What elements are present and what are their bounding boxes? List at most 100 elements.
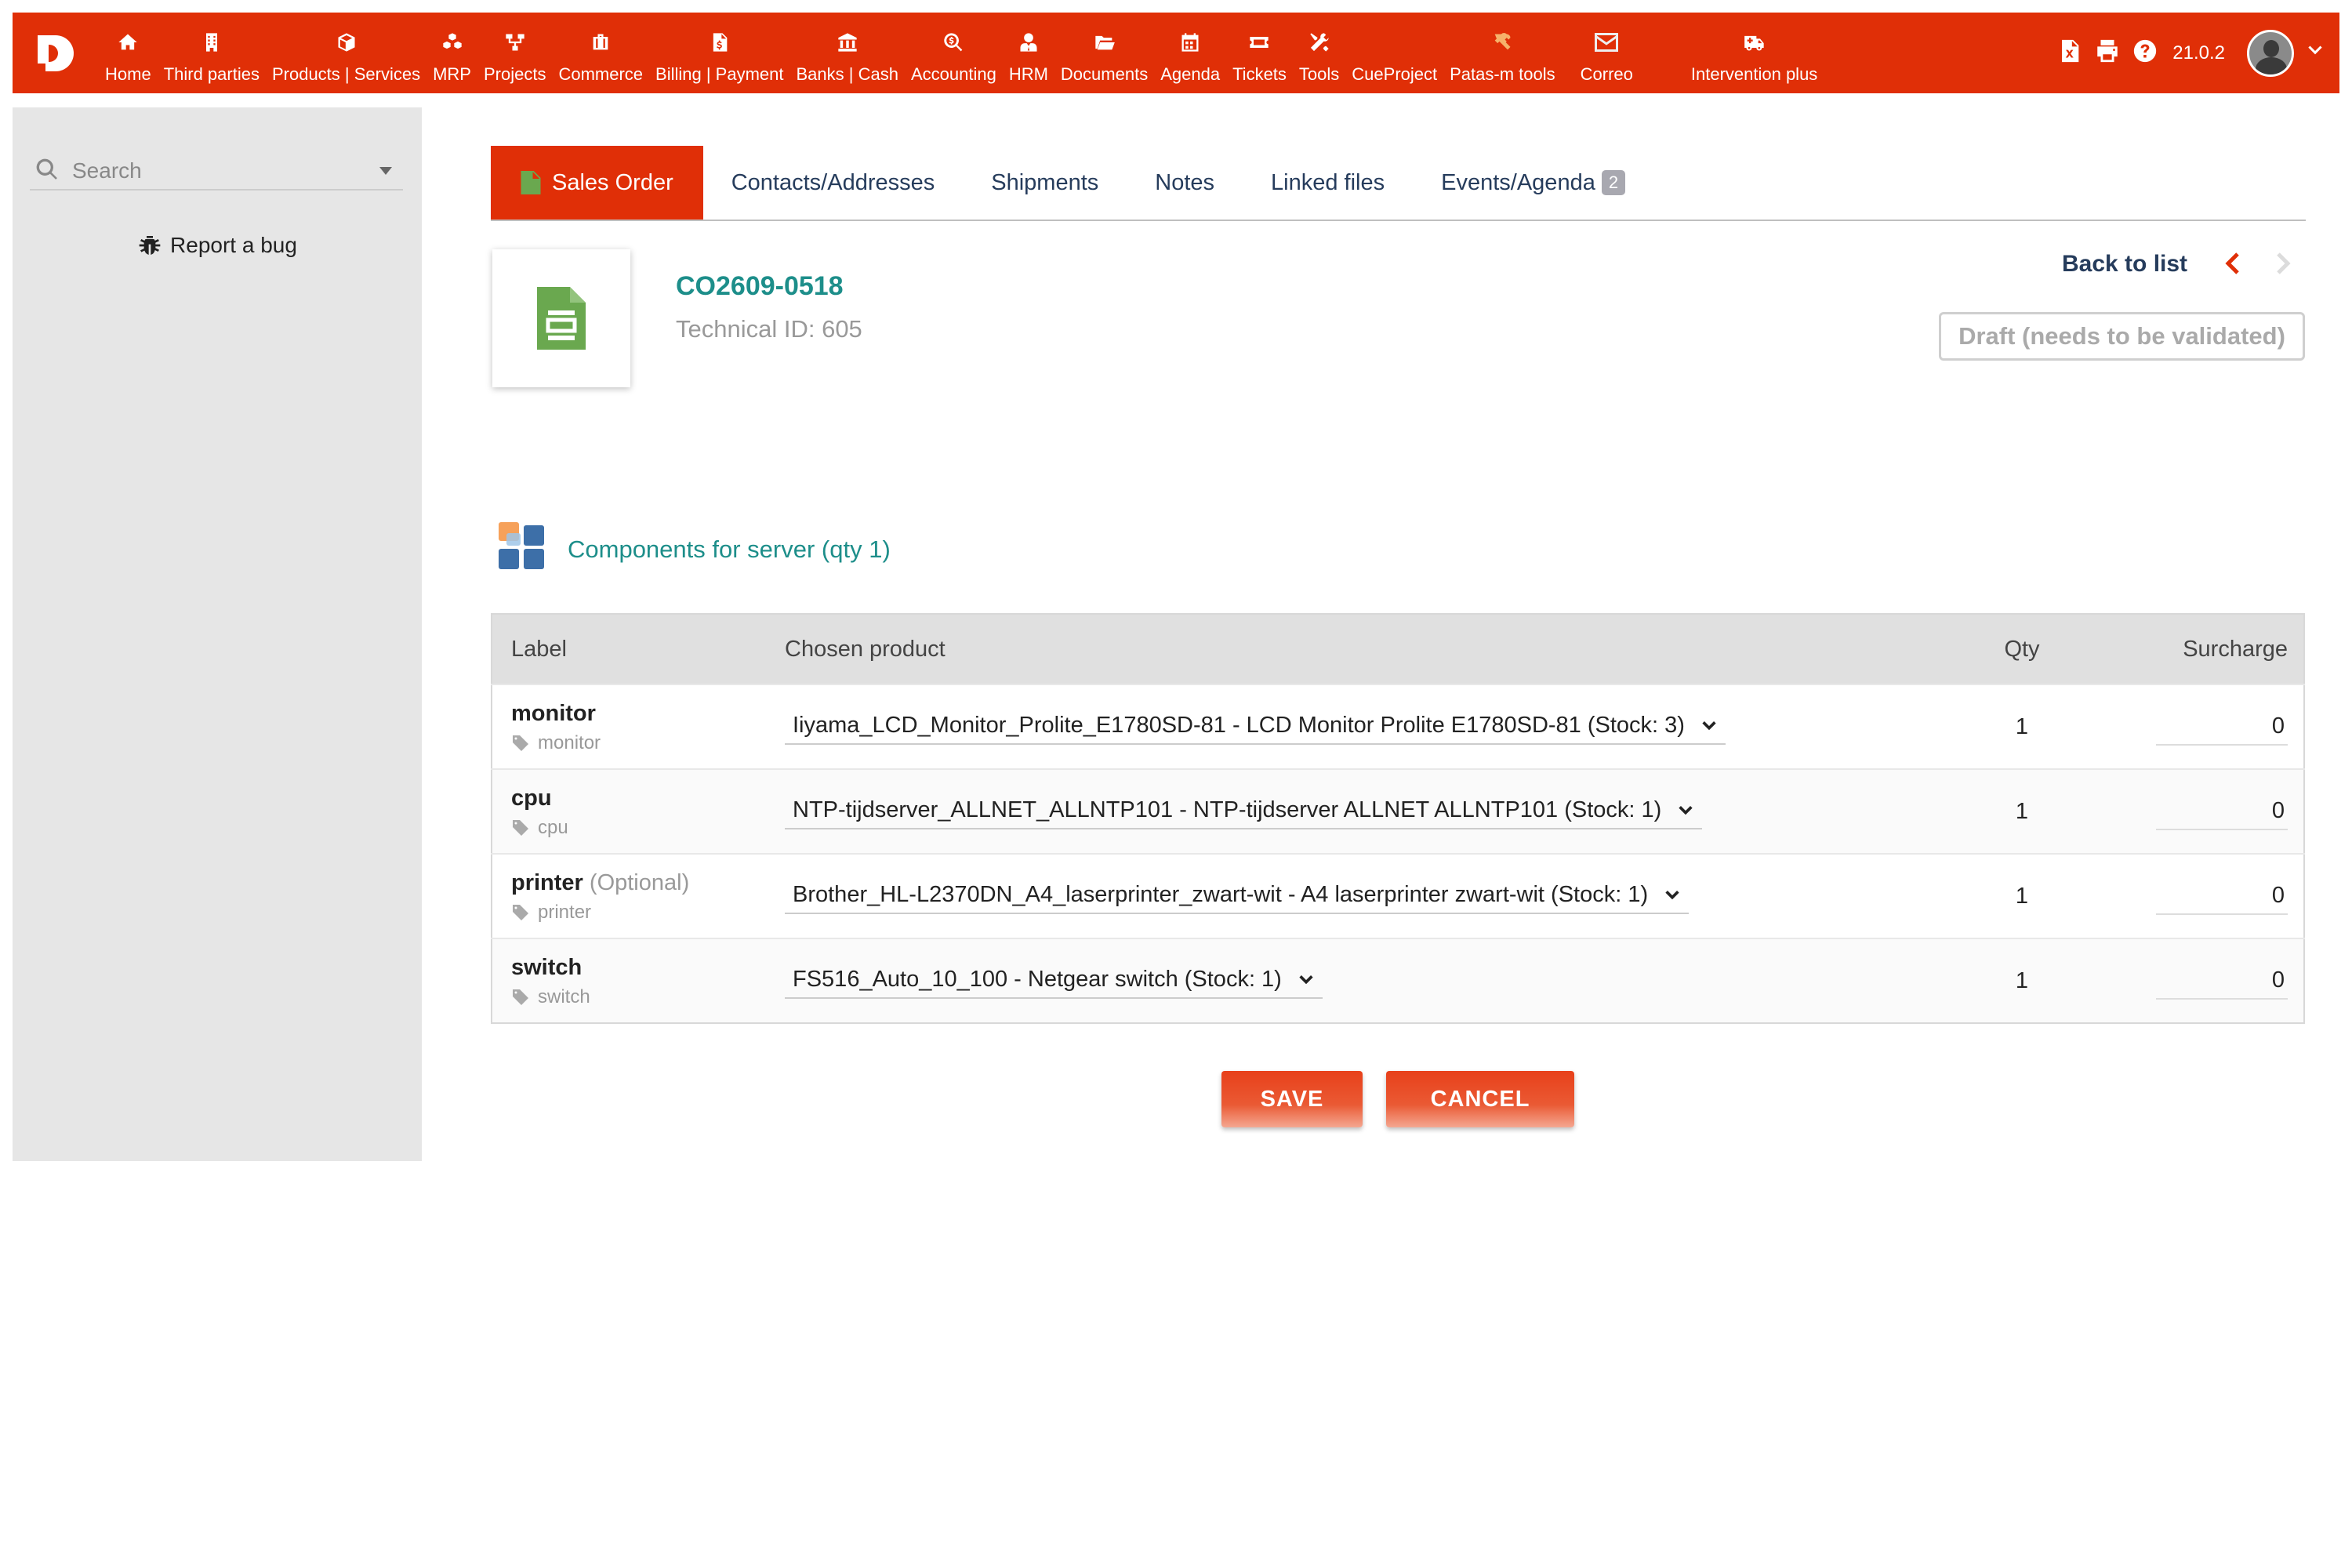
menu-item-hrm[interactable]: HRM xyxy=(1003,13,1054,93)
table-row: cpu cpu NTP-tijdserver_ALLNET_ALLNTP101 … xyxy=(492,768,2304,854)
sales-order-document-icon xyxy=(537,287,586,350)
menu-item-patas-m-tools[interactable]: Patas-m tools xyxy=(1443,13,1562,93)
tab-label: Contacts/Addresses xyxy=(731,169,935,195)
tab-contacts-addresses[interactable]: Contacts/Addresses xyxy=(703,146,964,220)
table-row: monitor monitor Iiyama_LCD_Monitor_Proli… xyxy=(492,684,2304,769)
chevron-down-icon xyxy=(1665,891,1679,900)
menu-item-home[interactable]: Home xyxy=(99,13,158,93)
component-label: switch xyxy=(511,953,747,982)
component-name: switch xyxy=(511,955,583,980)
tab-shipments[interactable]: Shipments xyxy=(963,146,1127,220)
component-tag: printer xyxy=(511,902,747,924)
order-document-thumbnail xyxy=(492,249,630,387)
menu-item-mrp[interactable]: MRP xyxy=(426,13,477,93)
save-button[interactable]: SAVE xyxy=(1221,1071,1363,1127)
next-record-chevron-right-icon xyxy=(2270,249,2296,281)
product-select[interactable]: Brother_HL-L2370DN_A4_laserprinter_zwart… xyxy=(785,879,1690,914)
product-cell: Iiyama_LCD_Monitor_Prolite_E1780SD-81 - … xyxy=(766,684,1944,769)
product-select[interactable]: FS516_Auto_10_100 - Netgear switch (Stoc… xyxy=(785,964,1323,999)
cubes-icon xyxy=(441,24,463,61)
menu-item-cueproject[interactable]: CueProject xyxy=(1345,13,1443,93)
menu-label: CueProject xyxy=(1352,64,1438,84)
technical-id: Technical ID: 605 xyxy=(676,315,862,343)
user-avatar[interactable] xyxy=(2247,29,2294,77)
menu-item-billing-payment[interactable]: Billing | Payment xyxy=(649,13,789,93)
record-tabs: Sales Order Contacts/Addresses Shipments… xyxy=(491,146,2306,221)
product-select[interactable]: Iiyama_LCD_Monitor_Prolite_E1780SD-81 - … xyxy=(785,710,1726,745)
tab-label: Notes xyxy=(1155,169,1215,195)
surcharge-input[interactable] xyxy=(2156,962,2288,1000)
search-dropdown-caret-icon[interactable] xyxy=(379,167,392,175)
menu-item-projects[interactable]: Projects xyxy=(477,13,552,93)
chevron-down-icon xyxy=(1299,975,1313,985)
menu-label: Billing | Payment xyxy=(655,64,784,84)
top-navigation-bar: Home Third parties Products | Services M… xyxy=(13,13,2339,93)
tab-sales-order[interactable]: Sales Order xyxy=(491,146,703,220)
menu-label: Correo xyxy=(1580,64,1633,84)
dolibarr-logo[interactable] xyxy=(13,13,99,93)
menu-item-tools[interactable]: Tools xyxy=(1293,13,1345,93)
back-to-list-link[interactable]: Back to list xyxy=(2062,251,2187,278)
tag-icon xyxy=(513,820,528,836)
menu-label: Banks | Cash xyxy=(796,64,898,84)
component-tag: monitor xyxy=(511,732,747,754)
surcharge-input[interactable] xyxy=(2156,708,2288,746)
components-section-title: Components for server (qty 1) xyxy=(568,535,891,563)
label-cell: monitor monitor xyxy=(492,684,766,769)
menu-label: Agenda xyxy=(1160,64,1221,84)
product-cell: NTP-tijdserver_ALLNET_ALLNTP101 - NTP-ti… xyxy=(766,768,1944,854)
folder-open-icon xyxy=(1094,24,1116,61)
column-header-surcharge: Surcharge xyxy=(2100,614,2304,684)
surcharge-input[interactable] xyxy=(2156,793,2288,830)
surcharge-input[interactable] xyxy=(2156,877,2288,915)
table-row: printer (Optional) printer Brother_HL-L2… xyxy=(492,853,2304,938)
menu-label: Intervention plus xyxy=(1690,64,1818,84)
product-select[interactable]: NTP-tijdserver_ALLNET_ALLNTP101 - NTP-ti… xyxy=(785,794,1703,829)
report-bug-link[interactable]: Report a bug xyxy=(13,233,422,258)
menu-label: Products | Services xyxy=(271,64,421,84)
menu-item-products-services[interactable]: Products | Services xyxy=(266,13,426,93)
help-icon[interactable] xyxy=(2132,38,2158,68)
menu-label: Tickets xyxy=(1232,64,1287,84)
version-number: 21.0.2 xyxy=(2172,42,2225,64)
search-input[interactable] xyxy=(60,158,379,183)
menu-label: HRM xyxy=(1008,64,1048,84)
menu-item-commerce[interactable]: Commerce xyxy=(552,13,649,93)
menu-item-correo[interactable]: Correo xyxy=(1562,13,1652,93)
print-icon[interactable] xyxy=(2094,38,2121,68)
qty-cell: 1 xyxy=(1944,938,2100,1023)
export-excel-icon[interactable] xyxy=(2056,38,2083,68)
ambulance-icon xyxy=(1744,24,1766,61)
menu-item-accounting[interactable]: Accounting xyxy=(905,13,1003,93)
product-cell: Brother_HL-L2370DN_A4_laserprinter_zwart… xyxy=(766,853,1944,938)
cancel-button[interactable]: CANCEL xyxy=(1386,1071,1574,1127)
document-icon xyxy=(521,171,541,194)
tag-icon xyxy=(513,989,528,1005)
menu-label: Tools xyxy=(1298,64,1340,84)
qty-cell: 1 xyxy=(1944,853,2100,938)
menu-label: Documents xyxy=(1060,64,1149,84)
menu-item-tickets[interactable]: Tickets xyxy=(1226,13,1293,93)
component-label: cpu xyxy=(511,784,747,812)
chevron-down-icon[interactable] xyxy=(2305,41,2325,65)
left-sidebar: Report a bug xyxy=(13,107,422,1161)
tab-linked-files[interactable]: Linked files xyxy=(1243,146,1413,220)
menu-item-third-parties[interactable]: Third parties xyxy=(158,13,266,93)
components-blocks-icon xyxy=(499,522,544,569)
tab-notes[interactable]: Notes xyxy=(1127,146,1243,220)
menu-item-agenda[interactable]: Agenda xyxy=(1154,13,1226,93)
qty-cell: 1 xyxy=(1944,684,2100,769)
tab-events-agenda[interactable]: Events/Agenda 2 xyxy=(1413,146,1653,220)
menu-item-intervention-plus[interactable]: Intervention plus xyxy=(1652,13,1836,93)
component-name: printer xyxy=(511,870,583,895)
label-cell: printer (Optional) printer xyxy=(492,853,766,938)
menu-item-documents[interactable]: Documents xyxy=(1054,13,1154,93)
status-badge: Draft (needs to be validated) xyxy=(1939,312,2305,361)
previous-record-chevron-left-icon[interactable] xyxy=(2220,249,2245,281)
search-icon xyxy=(30,157,60,186)
tag-icon xyxy=(513,905,528,920)
surcharge-cell xyxy=(2100,684,2304,769)
suitcase-icon xyxy=(590,24,612,61)
menu-item-banks-cash[interactable]: Banks | Cash xyxy=(790,13,905,93)
tag-icon xyxy=(513,735,528,751)
